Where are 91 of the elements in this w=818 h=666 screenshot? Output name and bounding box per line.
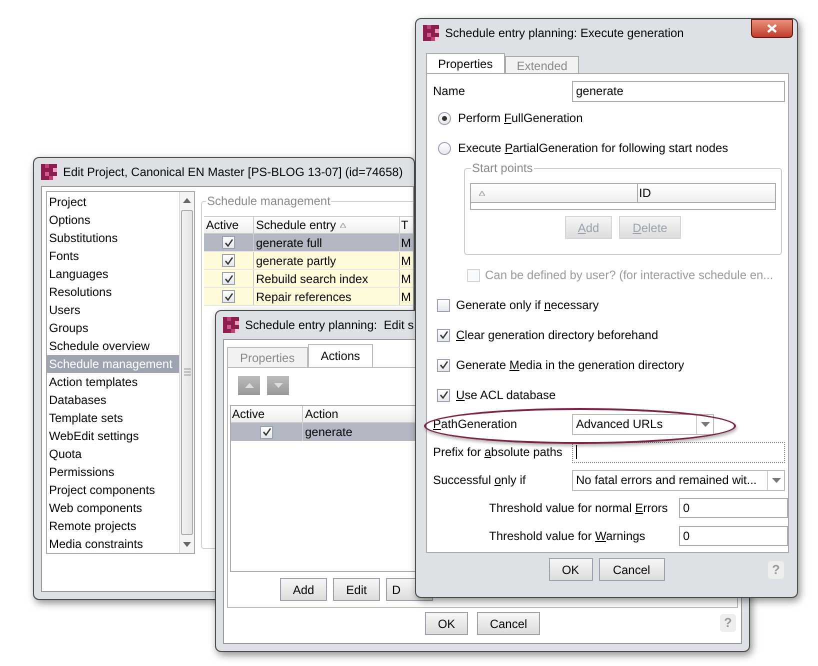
table-row[interactable]: generate full M: [204, 234, 413, 252]
table-cell-text: Repair references: [256, 288, 352, 306]
path-generation-dropdown[interactable]: Advanced URLs: [572, 414, 714, 434]
up-arrow-icon: [244, 383, 254, 388]
sidebar-item[interactable]: Quota: [47, 445, 179, 463]
field-label: Name: [433, 83, 466, 100]
radio-label: Execute PartialGeneration for following start nodes: [458, 140, 728, 157]
sidebar-item[interactable]: Resolutions: [47, 283, 179, 301]
sidebar-item[interactable]: Substitutions: [47, 229, 179, 247]
column-header[interactable]: Schedule entry: [254, 217, 400, 233]
table-row[interactable]: Repair references M: [204, 288, 413, 306]
sidebar-item[interactable]: Permissions: [47, 463, 179, 481]
table-row[interactable]: Rebuild search index M: [204, 270, 413, 288]
field-label: Threshold value for Warnings: [489, 528, 646, 545]
field-label: Threshold value for normal Errors: [489, 500, 669, 517]
table-cell-text: generate full: [256, 234, 322, 252]
action-button[interactable]: Edit: [333, 578, 380, 601]
window-title: Edit Project, Canonical EN Master [PS-BLOG 13-07] (id=74658): [63, 164, 403, 181]
checkbox[interactable]: [260, 426, 273, 438]
app-logo-icon: [223, 317, 239, 333]
checkbox[interactable]: [437, 358, 450, 372]
table-cell-text: M: [401, 270, 411, 288]
table-cell-text: generate partly: [256, 252, 336, 270]
success-condition-dropdown[interactable]: No fatal errors and remained wit...: [572, 470, 785, 490]
field-label: PathGeneration: [433, 416, 518, 433]
threshold-field[interactable]: 0: [679, 498, 788, 518]
table-cell-text: M: [401, 234, 411, 252]
sidebar-item[interactable]: Databases: [47, 391, 179, 409]
radio-label: Perform FullGeneration: [458, 110, 583, 127]
checkbox-label: Can be defined by user? (for interactive schedule en...: [485, 267, 774, 284]
action-button[interactable]: Add: [280, 578, 327, 601]
tab[interactable]: Actions: [308, 344, 374, 367]
table-cell-text: generate: [305, 424, 352, 441]
checkbox[interactable]: [437, 388, 450, 402]
sidebar-item[interactable]: Users: [47, 301, 179, 319]
sidebar-item[interactable]: Remote projects: [47, 517, 179, 535]
sidebar-item[interactable]: Groups: [47, 319, 179, 337]
sidebar-item[interactable]: Project components: [47, 481, 179, 499]
column-header[interactable]: Active: [231, 406, 303, 422]
caret-icon: [772, 478, 780, 482]
app-logo-icon: [423, 25, 439, 41]
panel-legend: Schedule management: [206, 194, 332, 208]
app-logo-icon: [41, 164, 57, 180]
tab[interactable]: Properties: [426, 53, 505, 74]
prefix-field[interactable]: [572, 442, 785, 462]
sidebar-item[interactable]: WebEdit settings: [47, 427, 179, 445]
checkbox[interactable]: [222, 254, 235, 267]
radio-button[interactable]: [438, 142, 451, 154]
threshold-field[interactable]: 0: [679, 526, 788, 546]
checkbox-label: Use ACL database: [456, 387, 556, 404]
checkbox-label: Generate Media in the generation directory: [456, 357, 684, 374]
field-label: Prefix for absolute paths: [433, 444, 564, 461]
window-title: Schedule entry planning: Execute generation: [445, 25, 684, 42]
sidebar-item[interactable]: Languages: [47, 265, 179, 283]
checkbox[interactable]: [437, 328, 450, 342]
sidebar-item[interactable]: Options: [47, 211, 179, 229]
group-legend: Start points: [471, 161, 534, 175]
cancel-button[interactable]: Cancel: [598, 558, 664, 581]
radio-button[interactable]: [438, 112, 451, 124]
sidebar-item[interactable]: Project: [47, 193, 179, 211]
table-cell-text: Rebuild search index: [256, 270, 368, 288]
checkbox[interactable]: [222, 290, 235, 303]
close-button[interactable]: [751, 19, 793, 38]
column-header[interactable]: T: [400, 217, 413, 233]
field-label: Successful only if: [433, 472, 527, 489]
sidebar-item[interactable]: Action templates: [47, 373, 179, 391]
ok-button[interactable]: OK: [548, 558, 592, 581]
checkbox[interactable]: [222, 272, 235, 285]
down-arrow-icon: [274, 383, 282, 388]
checkbox-label: Clear generation directory beforehand: [456, 327, 658, 344]
checkbox-label: Generate only if necessary: [456, 297, 599, 314]
scroll-up-icon: [183, 198, 191, 203]
table-row[interactable]: generate partly M: [204, 252, 413, 270]
window-title: Schedule entry planning: Edit s: [245, 317, 414, 334]
ok-button[interactable]: OK: [425, 612, 468, 635]
checkbox[interactable]: [437, 298, 450, 312]
table-cell-text: M: [401, 288, 411, 306]
scroll-down-icon: [183, 542, 191, 547]
cancel-button[interactable]: Cancel: [477, 612, 540, 635]
sidebar-item[interactable]: Template sets: [47, 409, 179, 427]
column-header[interactable]: Active: [204, 217, 254, 233]
vertical-scrollbar[interactable]: [179, 192, 194, 553]
sidebar-item[interactable]: Schedule overview: [47, 337, 179, 355]
sidebar-item[interactable]: Media constraints: [47, 535, 179, 553]
sidebar-item[interactable]: Fonts: [47, 247, 179, 265]
close-icon: [767, 24, 777, 33]
sidebar-item[interactable]: Web components: [47, 499, 179, 517]
grip-icon: [184, 368, 190, 378]
name-field[interactable]: generate: [572, 80, 785, 102]
table-cell-text: M: [401, 252, 411, 270]
checkbox[interactable]: [222, 236, 235, 249]
